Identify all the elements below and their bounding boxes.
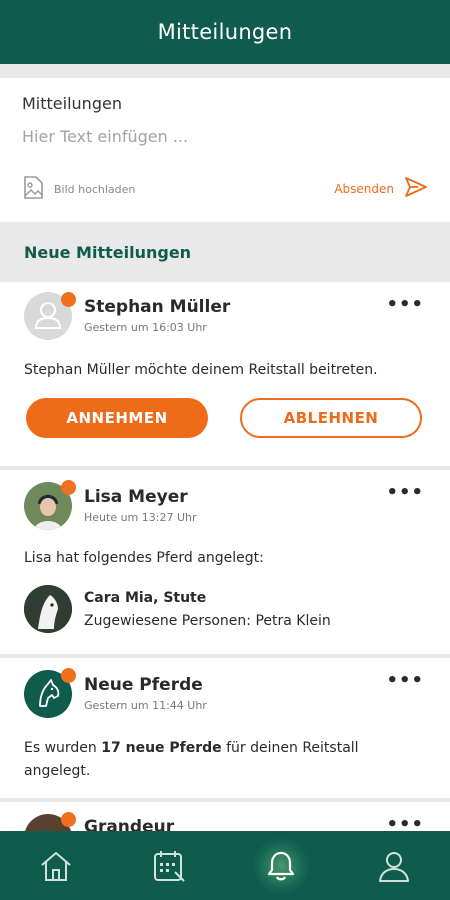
text-part: Es wurden [24,740,102,756]
tab-calendar[interactable] [139,836,199,896]
unread-badge [61,480,76,495]
upload-label: Bild hochladen [54,183,136,196]
timestamp: Gestern um 16:03 Uhr [84,321,207,334]
tab-profile[interactable] [364,836,424,896]
unread-badge [61,292,76,307]
bottom-tab-bar [0,831,450,900]
notification-text: Lisa hat folgendes Pferd angelegt: [24,550,264,566]
app-header: Mitteilungen [0,0,450,64]
profile-icon [378,851,409,882]
notification-card: ••• Lisa Meyer Heute um 13:27 Uhr Lisa h… [0,466,450,654]
bell-icon [268,851,295,880]
horse-avatar [24,585,72,633]
send-button[interactable]: Absenden [334,176,428,201]
assigned-persons: Zugewiesene Personen: Petra Klein [84,613,331,629]
horse-name: Cara Mia, Stute [84,590,207,606]
notification-card: ••• Stephan Müller Gestern um 16:03 Uhr … [0,282,450,466]
sender-name: Lisa Meyer [84,487,188,507]
text-highlight: 17 neue Pferde [101,740,222,756]
message-input[interactable] [22,127,428,153]
divider [0,64,450,78]
accept-button[interactable]: ANNEHMEN [26,398,208,438]
page-title: Mitteilungen [157,20,293,44]
timestamp: Heute um 13:27 Uhr [84,511,197,524]
upload-image-button[interactable]: Bild hochladen [22,176,135,203]
sender-name: Stephan Müller [84,297,231,317]
more-options-icon[interactable]: ••• [386,670,424,691]
reject-button[interactable]: ABLEHNEN [240,398,422,438]
timestamp: Gestern um 11:44 Uhr [84,699,207,712]
tab-home[interactable] [26,836,86,896]
notification-text: Es wurden 17 neue Pferde für deinen Reit… [24,737,426,783]
section-title: Neue Mitteilungen [0,222,450,282]
compose-label: Mitteilungen [22,94,122,113]
send-label: Absenden [334,181,394,196]
more-options-icon[interactable]: ••• [386,482,424,503]
compose-panel: Mitteilungen Bild hochladen Absenden [0,78,450,222]
home-icon [41,851,71,881]
notification-card: ••• Neue Pferde Gestern um 11:44 Uhr Es … [0,654,450,798]
unread-badge [61,812,76,827]
notification-text: Stephan Müller möchte deinem Reitstall b… [24,362,378,378]
horse-photo-icon [24,585,72,633]
image-icon [22,176,44,203]
tab-notifications[interactable] [251,836,311,896]
calendar-icon [153,850,185,882]
more-options-icon[interactable]: ••• [386,294,424,315]
sender-name: Neue Pferde [84,675,203,695]
unread-badge [61,668,76,683]
send-icon [404,176,428,201]
